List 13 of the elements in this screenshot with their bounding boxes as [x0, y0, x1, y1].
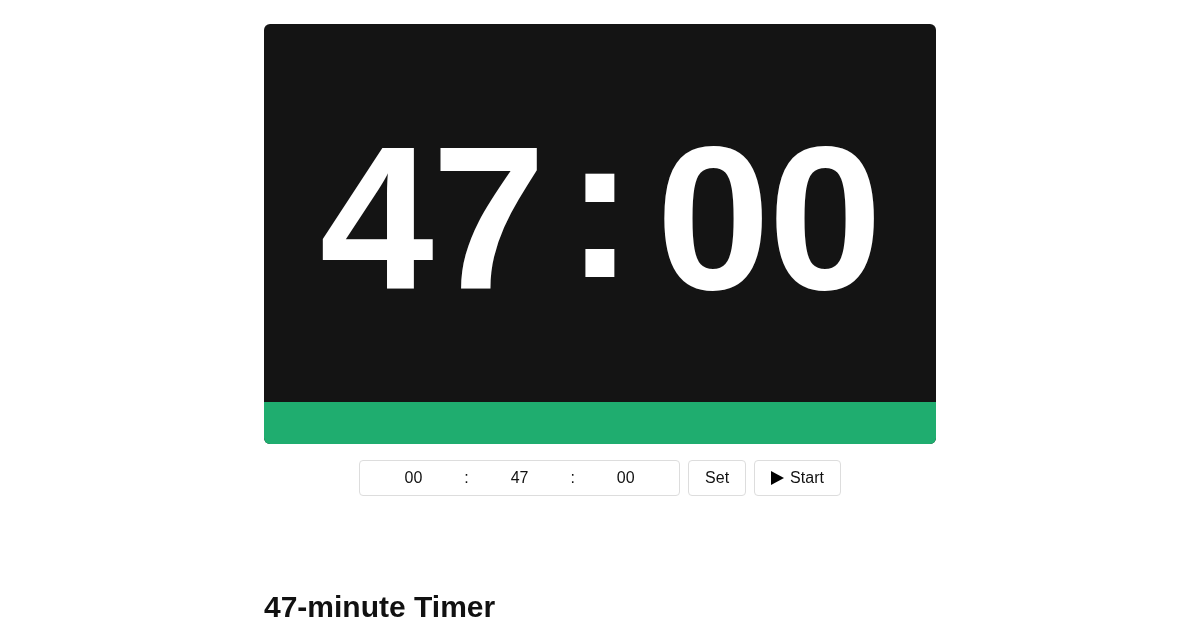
time-separator: : [464, 469, 469, 487]
start-button[interactable]: Start [754, 460, 841, 496]
play-icon [771, 471, 785, 485]
time-input[interactable]: 00 [593, 468, 658, 488]
time-input[interactable]: 00 [381, 468, 446, 488]
timer-minutes: 47 [319, 114, 544, 320]
page-heading: 47-minute Timer [264, 590, 497, 624]
set-button[interactable]: Set [688, 460, 747, 496]
timer-seconds: 00 [656, 114, 881, 320]
time-input[interactable]: 47 [487, 468, 552, 488]
time-input-group[interactable]: 00 : 47 : 00 [359, 460, 681, 496]
time-separator: : [570, 469, 575, 487]
timer-separator: : [565, 102, 635, 308]
